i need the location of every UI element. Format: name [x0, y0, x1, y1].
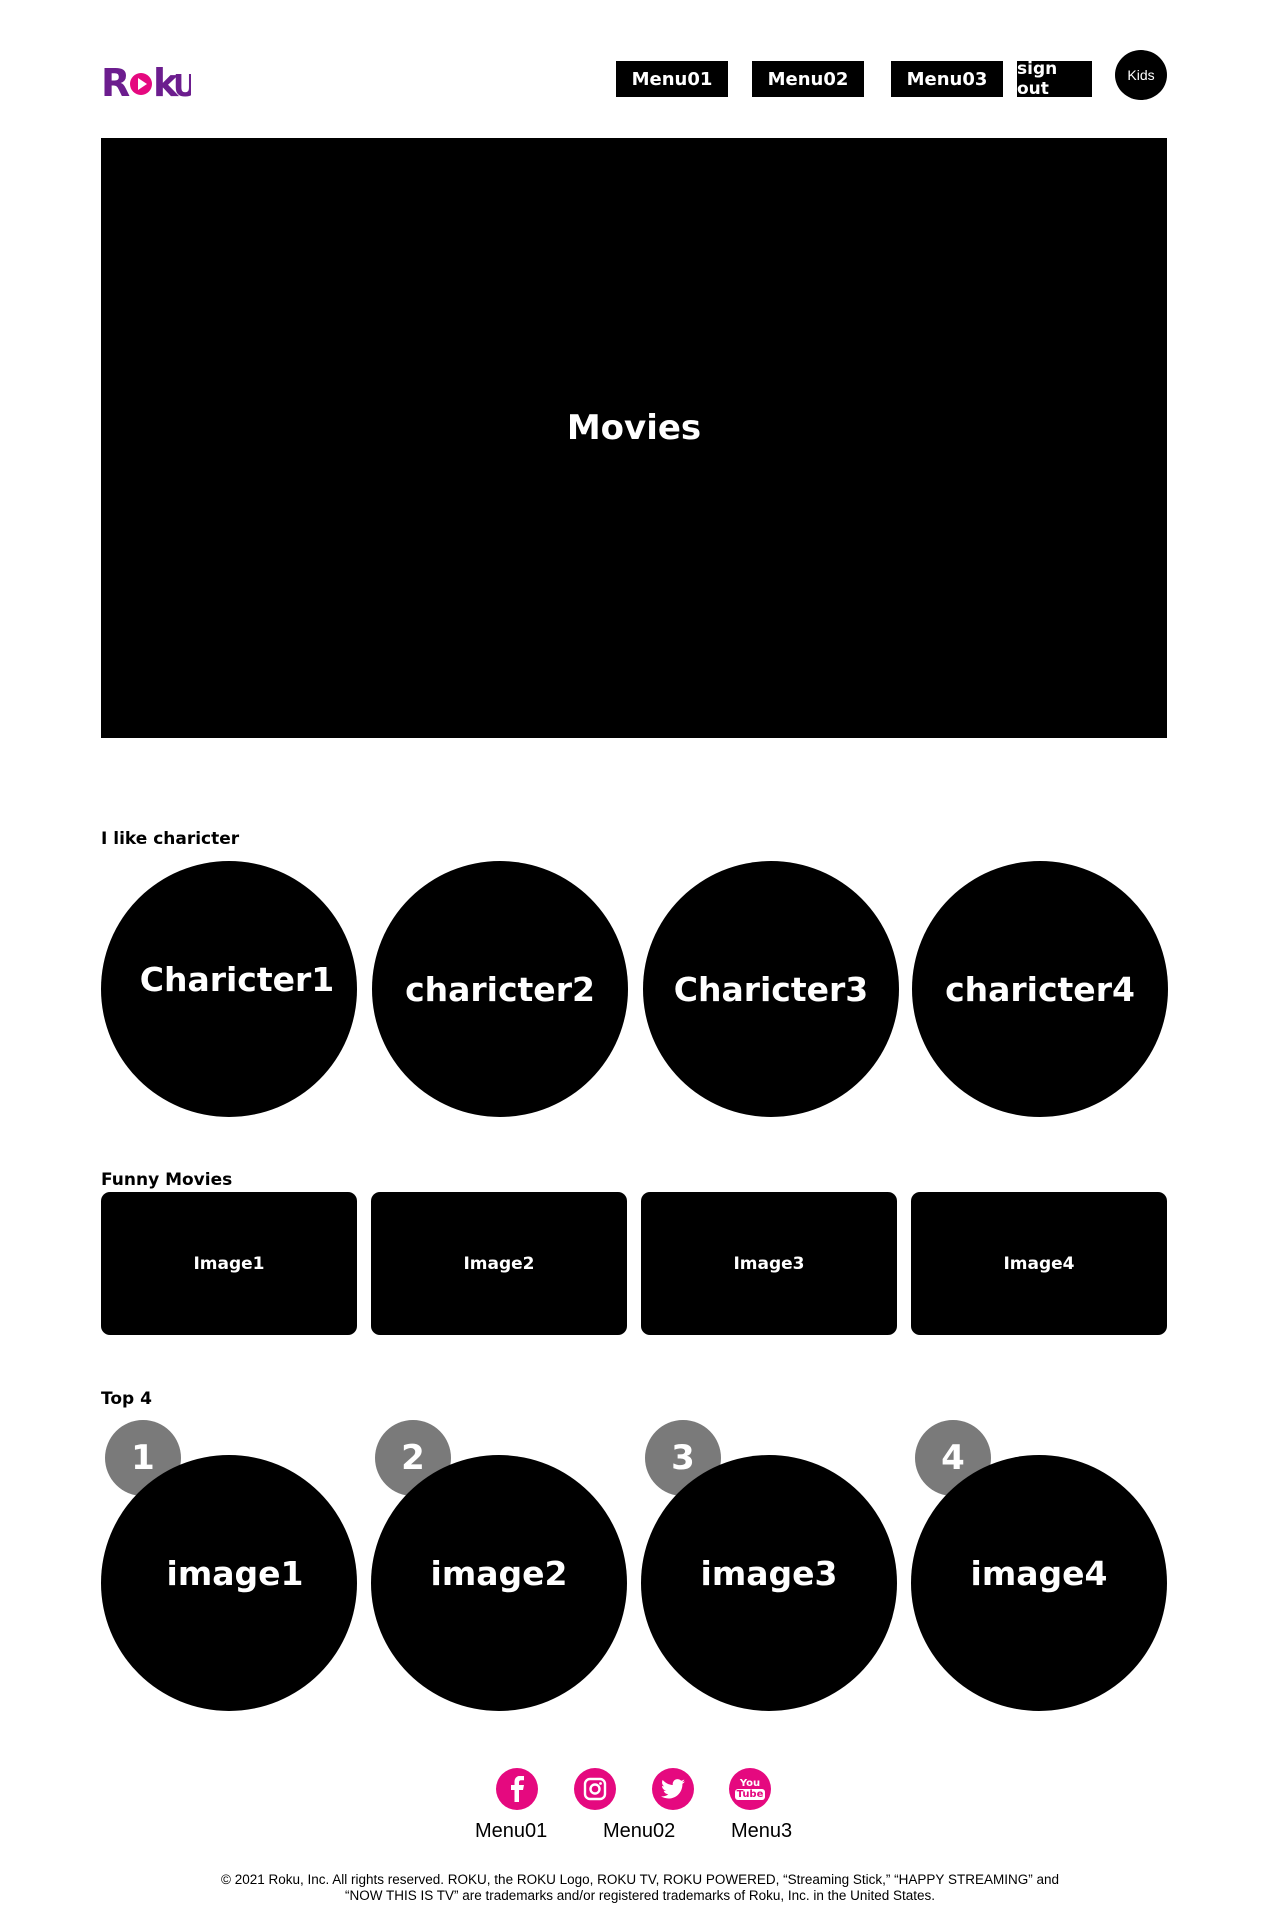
kids-button[interactable]: Kids [1115, 50, 1167, 100]
twitter-icon[interactable] [652, 1768, 694, 1810]
copyright-text: © 2021 Roku, Inc. All rights reserved. R… [140, 1872, 1140, 1904]
top4-card[interactable]: image4 [911, 1455, 1167, 1711]
instagram-icon[interactable] [574, 1768, 616, 1810]
character-label: charicter4 [945, 969, 1135, 1009]
sign-out-button[interactable]: sign out [1017, 59, 1092, 99]
top4-section-title: Top 4 [101, 1389, 152, 1409]
funny-movie-card[interactable]: Image2 [371, 1192, 627, 1335]
copyright-line-2: “NOW THIS IS TV” are trademarks and/or r… [345, 1888, 935, 1903]
top4-card[interactable]: image2 [371, 1455, 627, 1711]
nav-menu02[interactable]: Menu02 [752, 61, 864, 97]
funny-movie-card[interactable]: Image1 [101, 1192, 357, 1335]
top4-label: image2 [430, 1553, 568, 1593]
youtube-icon[interactable]: You Tube [729, 1768, 771, 1810]
top4-label: image1 [166, 1553, 304, 1593]
funny-movie-label: Image3 [733, 1253, 805, 1274]
top4-card[interactable]: image1 [101, 1455, 357, 1711]
funny-movie-label: Image1 [193, 1253, 265, 1274]
hero-banner[interactable]: Movies [101, 138, 1167, 738]
character-label: Charicter3 [673, 969, 869, 1009]
roku-logo[interactable]: R k U [101, 60, 197, 105]
funny-movie-card[interactable]: Image4 [911, 1192, 1167, 1335]
character-card[interactable]: charicter4 [912, 861, 1168, 1117]
funny-movie-label: Image4 [1003, 1253, 1075, 1274]
character-card[interactable]: Charicter3 [643, 861, 899, 1117]
footer-link-menu01[interactable]: Menu01 [475, 1820, 547, 1843]
svg-text:R: R [101, 61, 130, 100]
character-card[interactable]: Charicter1 [101, 861, 357, 1117]
svg-text:U: U [173, 69, 191, 100]
nav-menu03[interactable]: Menu03 [891, 61, 1003, 97]
copyright-line-1: © 2021 Roku, Inc. All rights reserved. R… [221, 1872, 1059, 1887]
funny-movie-card[interactable]: Image3 [641, 1192, 897, 1335]
top4-label: image4 [970, 1553, 1108, 1593]
youtube-text-you: You [739, 1778, 761, 1789]
funny-movie-label: Image2 [463, 1253, 535, 1274]
youtube-text-tube: Tube [734, 1789, 766, 1800]
top4-card[interactable]: image3 [641, 1455, 897, 1711]
funny-movies-section-title: Funny Movies [101, 1170, 233, 1190]
top4-label: image3 [700, 1553, 838, 1593]
footer-link-menu3[interactable]: Menu3 [731, 1820, 792, 1843]
footer-link-menu02[interactable]: Menu02 [603, 1820, 675, 1843]
nav-menu01[interactable]: Menu01 [616, 61, 728, 97]
character-label: Charicter1 [139, 959, 335, 999]
hero-label: Movies [566, 408, 702, 448]
characters-section-title: I like charicter [101, 829, 240, 849]
facebook-icon[interactable] [496, 1768, 538, 1810]
character-label: charicter2 [405, 969, 595, 1009]
character-card[interactable]: charicter2 [372, 861, 628, 1117]
